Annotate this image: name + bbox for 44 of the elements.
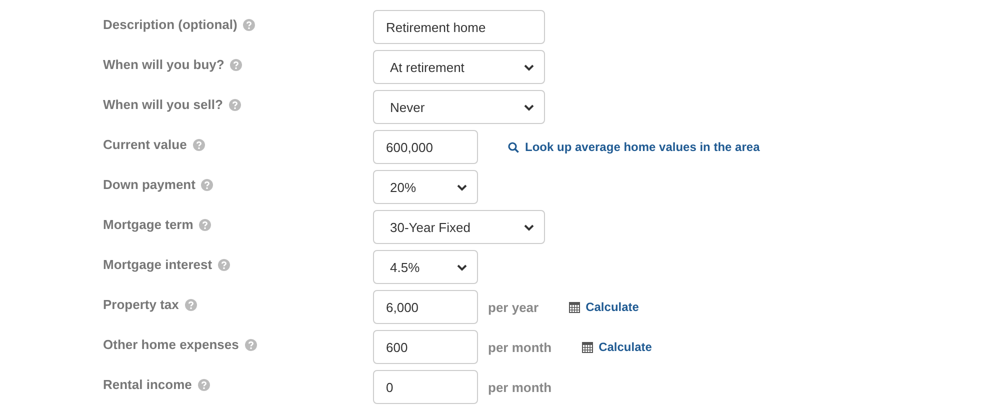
caret-icon [457, 264, 467, 270]
input-field[interactable]: 600 [373, 330, 478, 364]
field-label: Current value [103, 137, 187, 152]
input-field[interactable]: Retirement home [373, 10, 545, 44]
field-label: When will you buy? [103, 57, 224, 72]
help-icon[interactable] [244, 338, 257, 350]
dropdown[interactable]: Never [373, 90, 545, 124]
field-label: Mortgage term [103, 217, 194, 232]
help-icon[interactable] [228, 98, 241, 110]
dropdown[interactable]: At retirement [373, 50, 545, 84]
help-icon[interactable] [230, 58, 242, 70]
dropdown[interactable]: 30-Year Fixed [373, 210, 545, 244]
input-field[interactable]: 600,000 [373, 130, 478, 164]
unit-label: per month [488, 380, 552, 394]
help-icon[interactable] [243, 18, 256, 30]
field-label: When will you sell? [103, 97, 223, 112]
link[interactable]: Look up average home values in the area [508, 140, 760, 154]
caret-icon [524, 224, 534, 230]
caret-icon [457, 184, 467, 190]
caret-icon [524, 64, 534, 70]
unit-label: per year [488, 300, 539, 314]
link[interactable]: Calculate [582, 340, 652, 354]
field-label: Description (optional) [103, 17, 238, 32]
caret-icon [524, 104, 534, 110]
field-label: Other home expenses [103, 337, 239, 352]
field-label: Rental income [103, 377, 192, 392]
input-field[interactable]: 6,000 [373, 290, 478, 324]
help-icon[interactable] [192, 138, 205, 150]
dropdown[interactable]: 20% [373, 170, 478, 204]
help-icon[interactable] [198, 378, 210, 390]
link[interactable]: Calculate [568, 300, 639, 314]
calculator-icon [568, 302, 580, 312]
field-label: Mortgage interest [103, 257, 212, 272]
help-icon[interactable] [201, 178, 214, 190]
dropdown[interactable]: 4.5% [373, 250, 478, 284]
input-field[interactable]: 0 [373, 370, 478, 404]
search-icon [508, 142, 519, 152]
field-label: Property tax [103, 297, 179, 312]
help-icon[interactable] [199, 218, 212, 230]
calculator-icon [582, 342, 593, 352]
field-label: Down payment [103, 177, 196, 192]
unit-label: per month [488, 340, 552, 354]
help-icon[interactable] [218, 258, 230, 270]
help-icon[interactable] [184, 298, 197, 310]
